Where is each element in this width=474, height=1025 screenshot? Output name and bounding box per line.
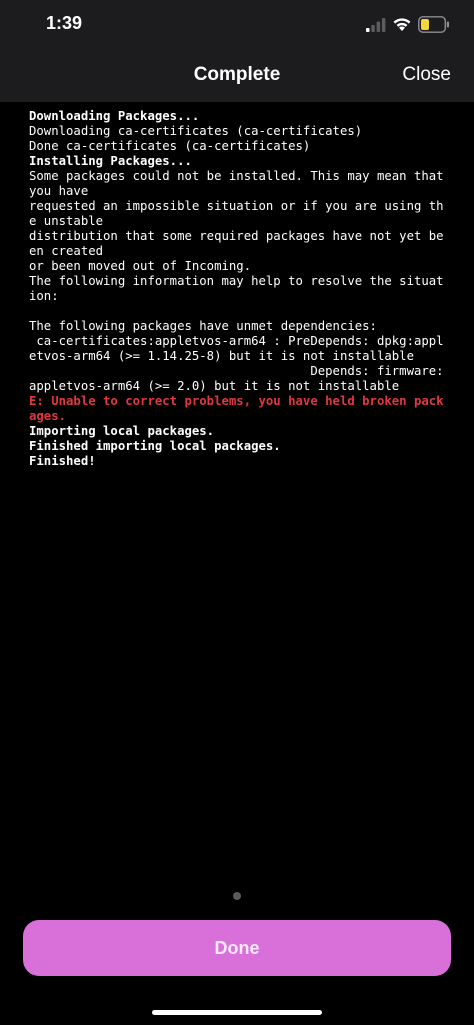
- navigation-bar: 1:39 Complete Close: [0, 0, 474, 102]
- console-line: The following information may help to re…: [29, 274, 444, 303]
- console-output: Downloading Packages... Downloading ca-ce…: [29, 109, 449, 469]
- console-line: Importing local packages.: [29, 424, 215, 438]
- console-line: or been moved out of Incoming.: [29, 259, 252, 273]
- battery-icon: [418, 16, 449, 33]
- console-line: Finished importing local packages.: [29, 439, 281, 453]
- close-button[interactable]: Close: [402, 64, 451, 86]
- console-line: distribution that some required packages…: [29, 229, 444, 258]
- console-line: Downloading ca-certificates (ca-certific…: [29, 124, 363, 138]
- console-line: Downloading Packages...: [29, 109, 200, 123]
- console-line: ca-certificates:appletvos-arm64 : PreDep…: [29, 334, 444, 363]
- status-time: 1:39: [46, 13, 83, 33]
- console-line: Installing Packages...: [29, 154, 192, 168]
- wifi-icon: [393, 18, 411, 31]
- console-line: Finished!: [29, 454, 96, 468]
- console-line: Some packages could not be installed. Th…: [29, 169, 451, 198]
- console-line: Done ca-certificates (ca-certificates): [29, 139, 311, 153]
- console-line: Depends: firmware:appletvos-arm64 (>= 2.…: [29, 364, 444, 393]
- done-button[interactable]: Done: [23, 920, 451, 976]
- home-indicator[interactable]: [152, 1010, 322, 1015]
- signal-icon: [366, 18, 386, 32]
- console-line: requested an impossible situation or if …: [29, 199, 444, 228]
- console-line: The following packages have unmet depend…: [29, 319, 377, 333]
- console-error-line: E: Unable to correct problems, you have …: [29, 394, 444, 423]
- page-indicator-dot: [233, 892, 241, 900]
